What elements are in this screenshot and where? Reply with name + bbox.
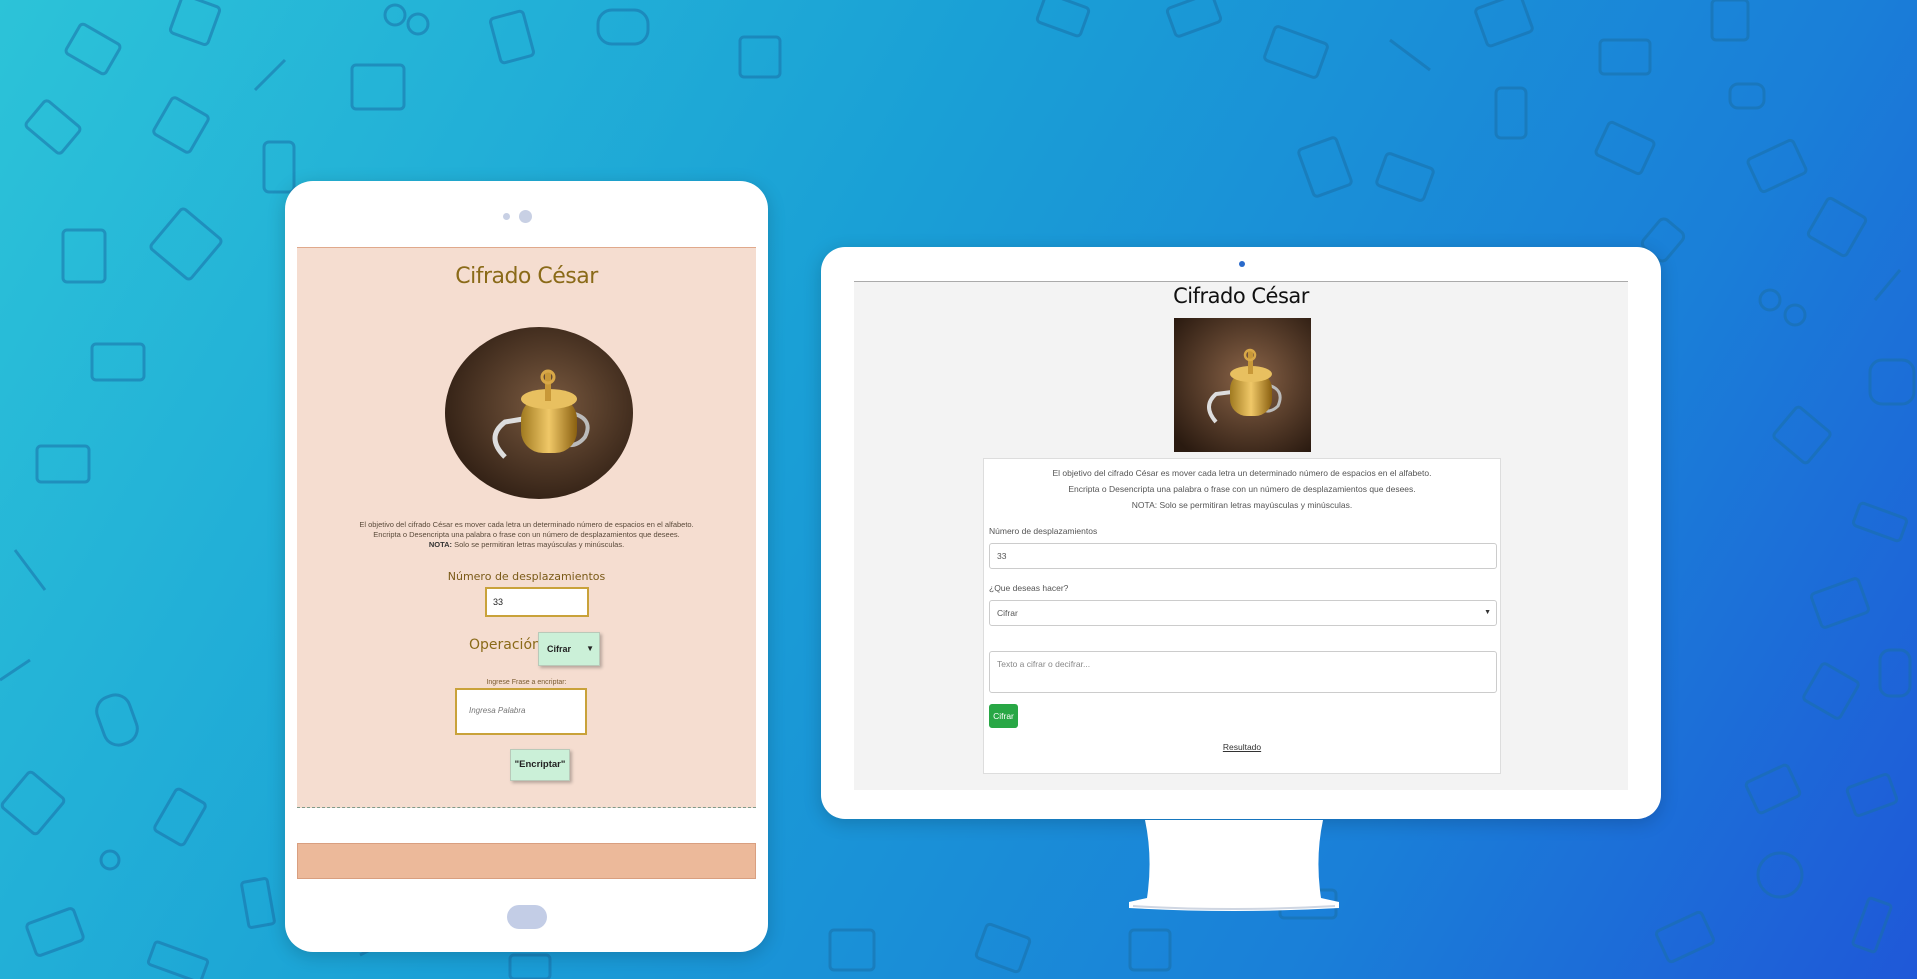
description: El objetivo del cifrado César es mover c… (297, 520, 756, 550)
result-link[interactable]: Resultado (984, 742, 1500, 752)
tablet-camera-small (503, 213, 510, 220)
description-note: NOTA: Solo se permitiran letras mayúscul… (297, 540, 756, 550)
shift-label: Número de desplazamientos (447, 570, 606, 583)
page-title: Cifrado César (455, 264, 598, 289)
chevron-down-icon: ▼ (1484, 609, 1491, 616)
action-select-value: Cifrar (997, 608, 1018, 618)
description: El objetivo del cifrado César es mover c… (984, 465, 1500, 513)
description-line-3: NOTA: Solo se permitiran letras mayúscul… (1131, 500, 1353, 510)
phrase-label: Ingrese Frase a encriptar: (486, 679, 567, 686)
phrase-input[interactable]: Ingresa Palabra (455, 688, 587, 735)
description-line-1: El objetivo del cifrado César es mover c… (1052, 468, 1432, 478)
operation-select-value: Cifrar (547, 644, 572, 654)
tablet-home-button (507, 905, 547, 929)
monitor-device: Cifrado César El objetivo del cifrado Cé… (821, 247, 1661, 819)
page-title: Cifrado César (1173, 284, 1309, 308)
description-line-1: El objetivo del cifrado César es mover c… (359, 520, 694, 529)
operation-label: Operación (469, 637, 541, 653)
padlock-image (445, 327, 633, 499)
padlock-image (1174, 318, 1311, 452)
description-line-2: Encripta o Desencripta una palabra o fra… (1068, 484, 1416, 494)
chevron-down-icon: ▼ (586, 644, 594, 653)
note-text: Solo se permitiran letras mayúsculas y m… (452, 540, 625, 549)
tablet-camera (519, 210, 532, 223)
tablet-device: Cifrado César El objetivo del cifrado Cé… (285, 181, 768, 952)
monitor-camera (1239, 261, 1245, 267)
monitor-screen: Cifrado César El objetivo del cifrado Cé… (854, 281, 1628, 790)
encrypt-button[interactable]: "Encriptar" (510, 749, 570, 781)
tablet-footer (297, 843, 756, 879)
action-select[interactable]: Cifrar ▼ (989, 600, 1497, 626)
operation-select[interactable]: Cifrar ▼ (538, 632, 600, 666)
shift-input[interactable]: 33 (485, 587, 589, 617)
tablet-screen: Cifrado César El objetivo del cifrado Cé… (297, 247, 756, 808)
action-label: ¿Que deseas hacer? (989, 583, 1069, 593)
cipher-button[interactable]: Cifrar (989, 704, 1018, 728)
description-line-2: Encripta o Desencripta una palabra o fra… (373, 530, 680, 539)
cipher-form-card: El objetivo del cifrado César es mover c… (983, 458, 1501, 774)
note-label: NOTA: (428, 540, 453, 549)
monitor-stand (1129, 820, 1339, 911)
text-input[interactable]: Texto a cifrar o decifrar... (989, 651, 1497, 693)
shift-input[interactable]: 33 (989, 543, 1497, 569)
shift-label: Número de desplazamientos (989, 526, 1098, 536)
